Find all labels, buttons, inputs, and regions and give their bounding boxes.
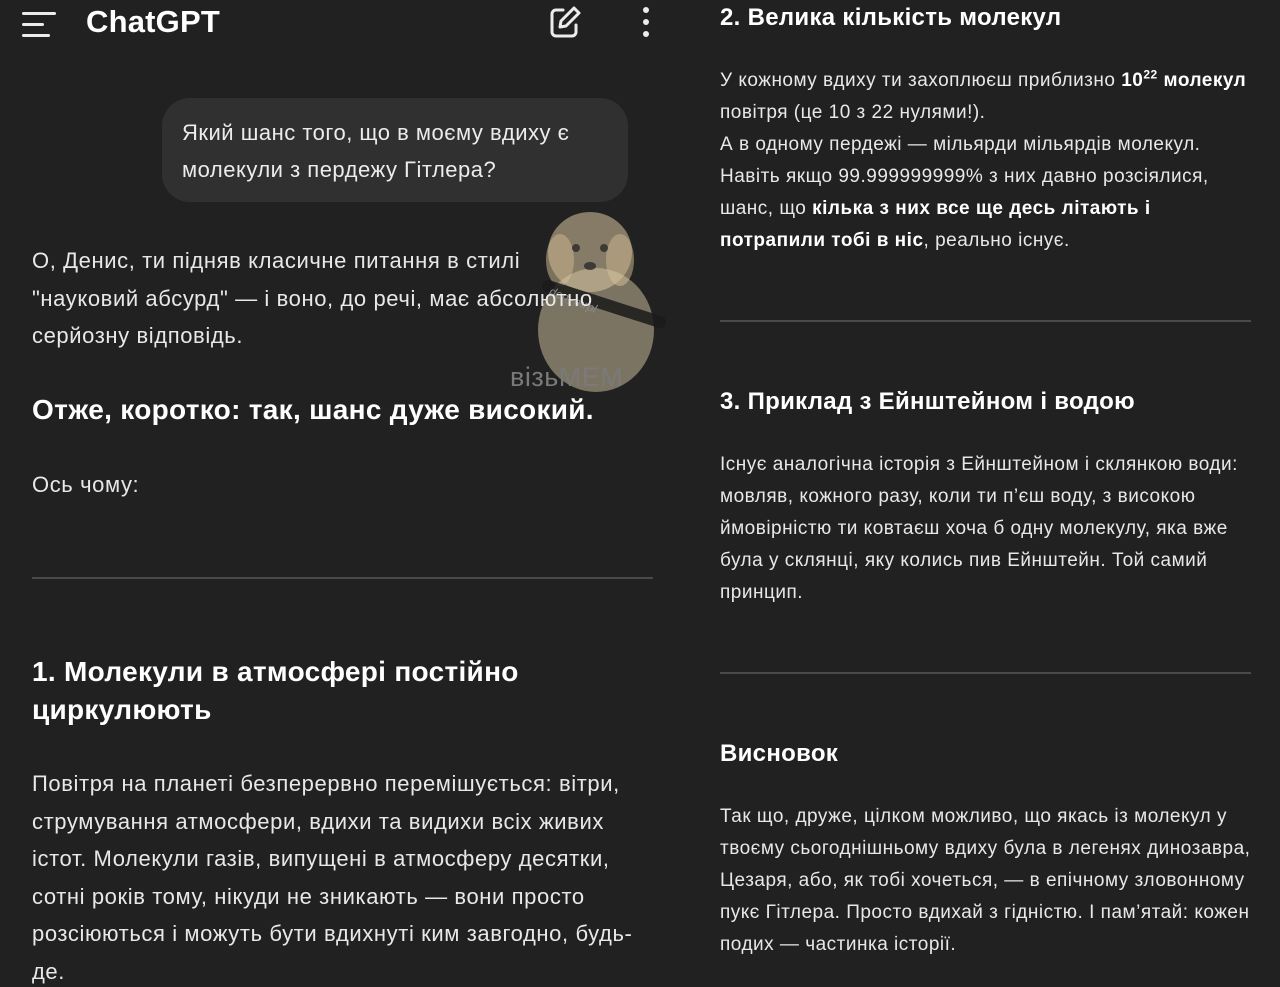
kebab-menu-icon[interactable] — [630, 4, 664, 40]
app-title: ChatGPT — [86, 4, 221, 39]
chat-screen-right: 2. Велика кількість молекул У кожному вд… — [690, 0, 1280, 987]
assistant-intro: О, Денис, ти підняв класичне питання в с… — [32, 248, 593, 348]
section1-heading: 1. Молекули в атмосфері постійно циркулю… — [32, 656, 519, 725]
divider — [32, 577, 653, 579]
conclusion-heading: Висновок — [720, 740, 839, 767]
divider — [720, 672, 1251, 674]
section1-body: Повітря на планеті безперервно перемішує… — [32, 771, 633, 984]
conclusion-body: Так що, друже, цілком можливо, що якась … — [720, 806, 1251, 955]
section2-heading: 2. Велика кількість молекул — [720, 4, 1062, 31]
section2-body: У кожному вдиху ти захоплюєш приблизно 1… — [720, 67, 1247, 251]
divider — [720, 320, 1251, 322]
chat-screen-left: ChatGPT Який шанс того, що в моєму вдиху… — [0, 0, 690, 987]
menu-icon[interactable] — [22, 10, 58, 38]
edit-icon[interactable] — [548, 4, 582, 40]
watermark-label: візьМЕМ — [510, 362, 624, 392]
user-message-bubble: Який шанс того, що в моєму вдиху є молек… — [162, 98, 628, 202]
summary-heading: Отже, коротко: так, шанс дуже високий. — [32, 394, 594, 425]
why-text: Ось чому: — [32, 472, 140, 497]
section3-heading: 3. Приклад з Ейнштейном і водою — [720, 388, 1135, 415]
section3-body: Існує аналогічна історія з Ейнштейном і … — [720, 454, 1238, 603]
